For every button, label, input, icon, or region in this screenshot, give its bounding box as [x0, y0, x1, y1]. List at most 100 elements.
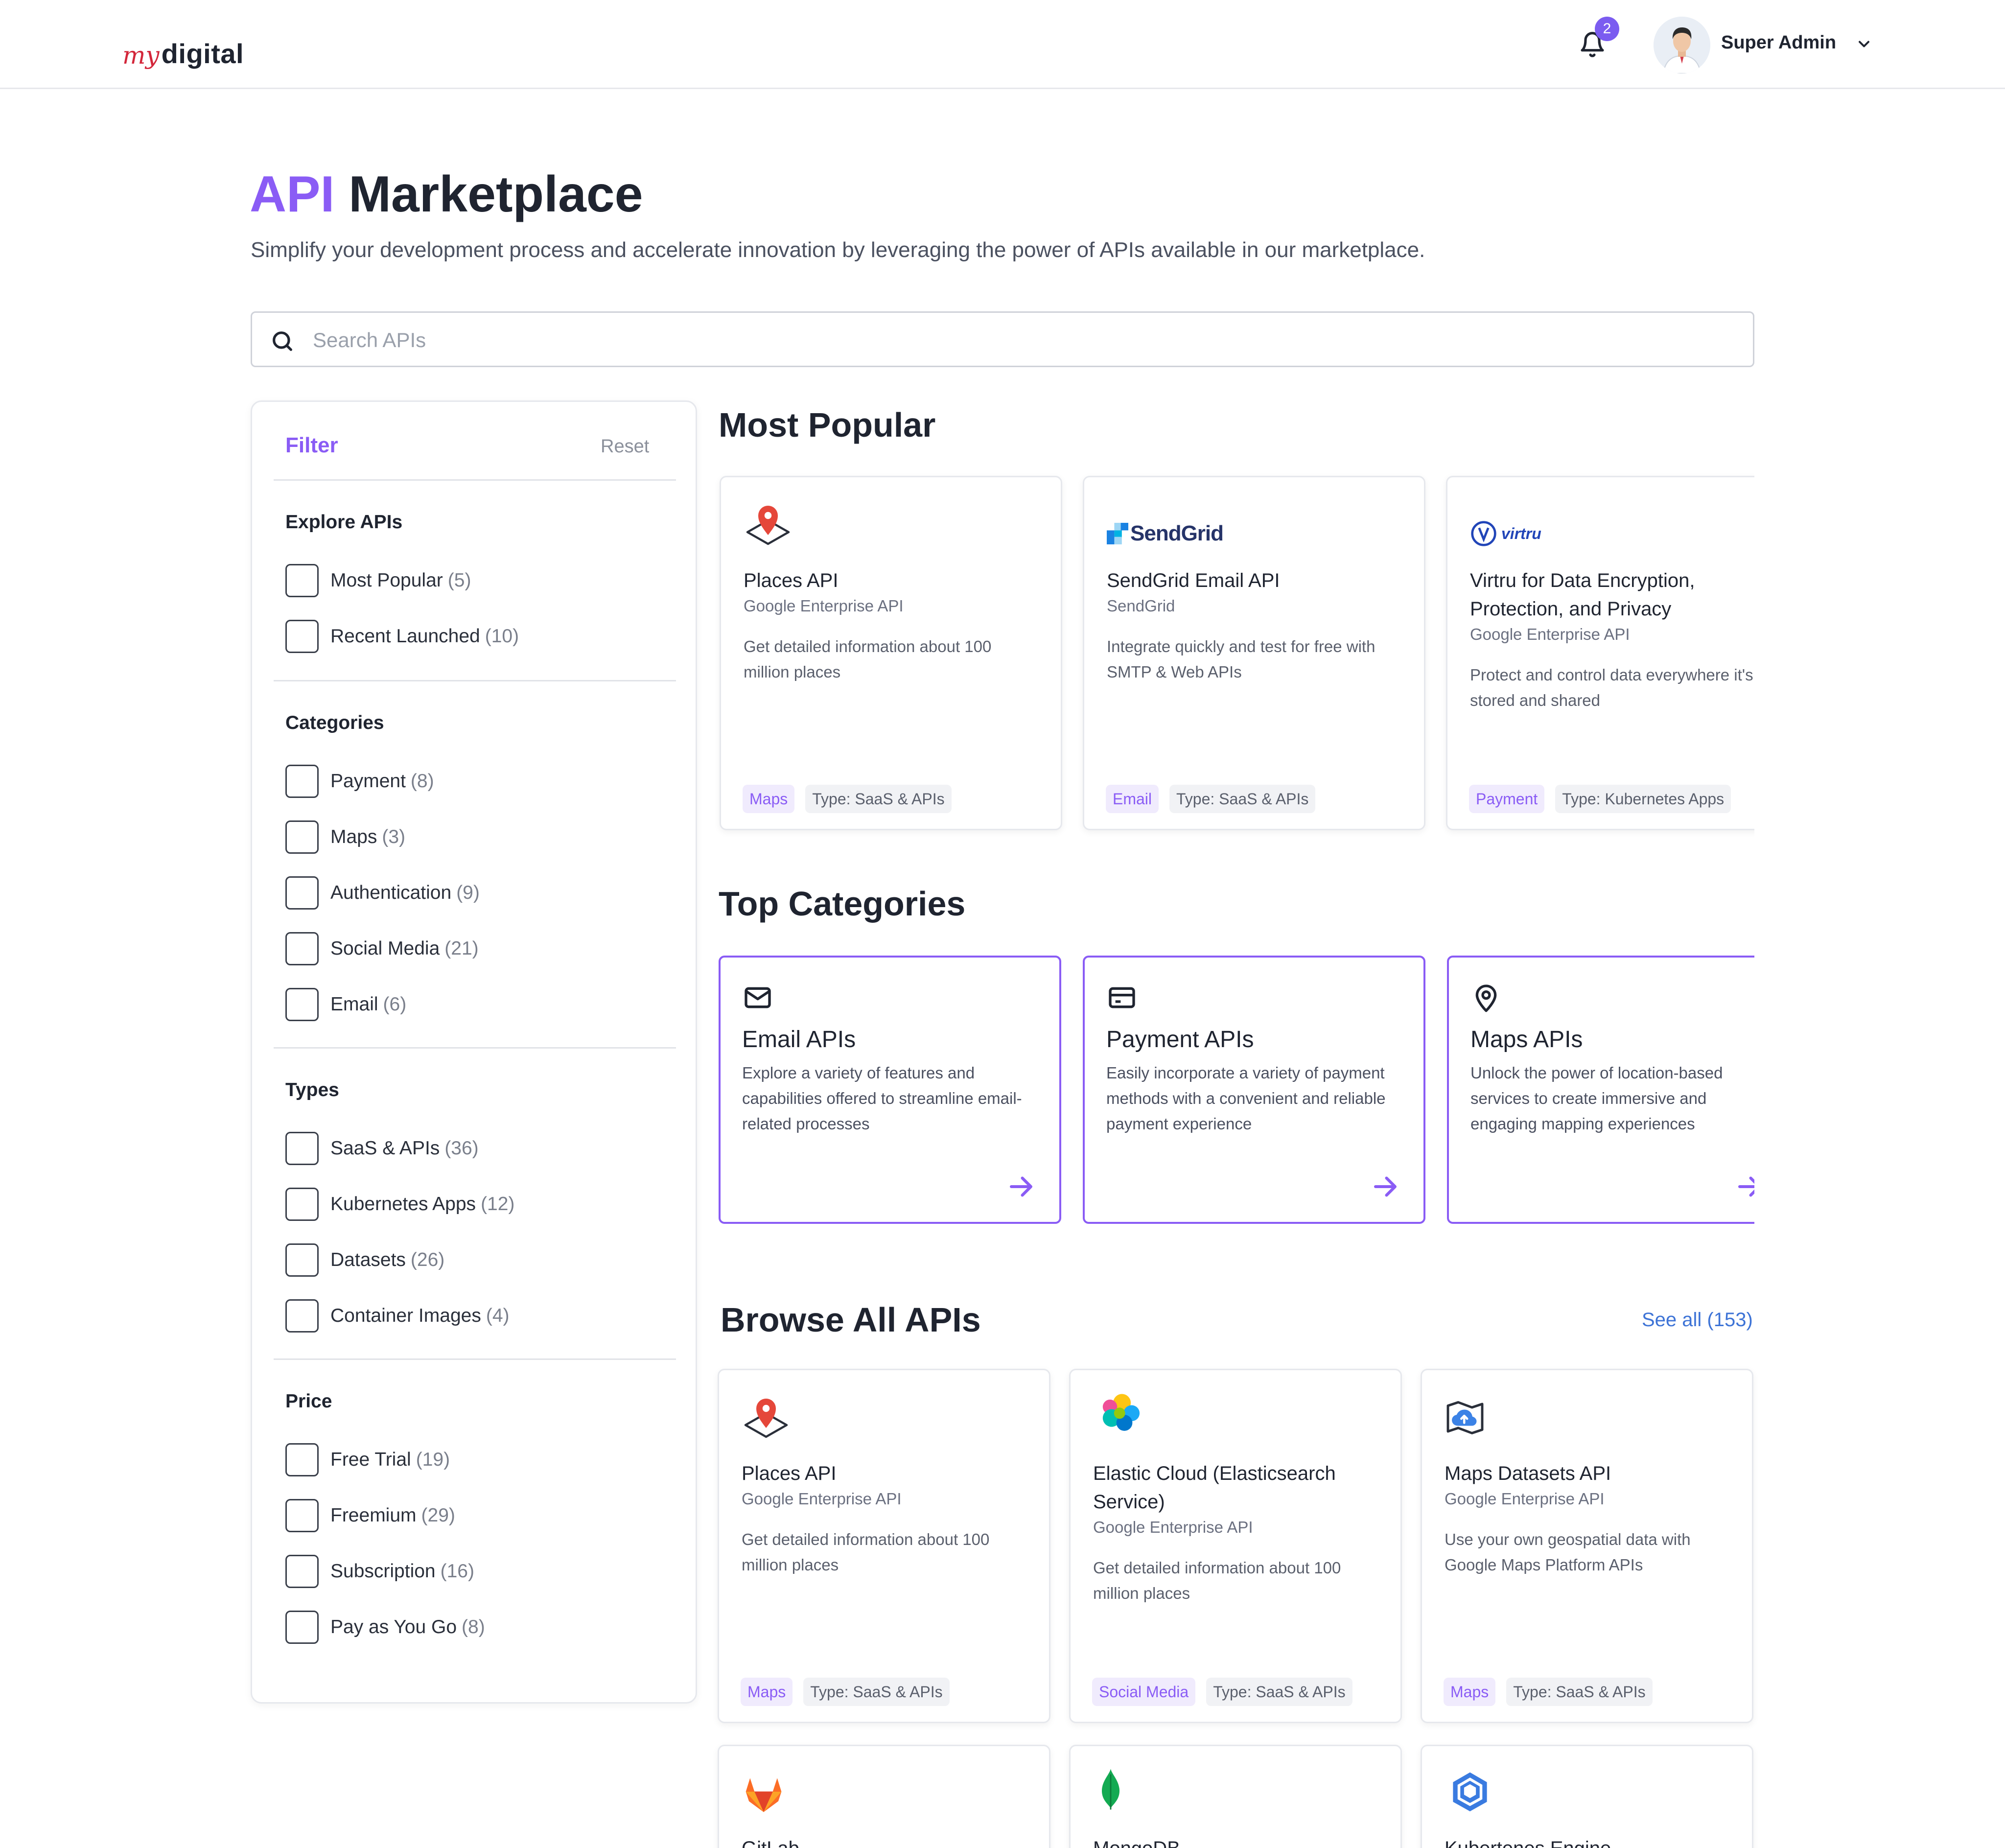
checkbox[interactable]: [285, 820, 319, 854]
checkbox[interactable]: [285, 1611, 319, 1644]
type-tag: Type: SaaS & APIs: [1206, 1678, 1352, 1706]
filter-option-social-media[interactable]: Social Media (21): [285, 932, 479, 966]
api-provider: Google Enterprise API: [1470, 625, 1630, 643]
api-name: Places API: [744, 570, 839, 591]
category-tag[interactable]: Maps: [743, 785, 795, 813]
option-label: Most Popular: [330, 570, 443, 591]
option-count: (3): [382, 826, 406, 847]
filter-option-saas-apis[interactable]: SaaS & APIs (36): [285, 1131, 479, 1166]
chevron-down-icon[interactable]: [1855, 35, 1873, 53]
api-name: SendGrid Email API: [1107, 570, 1280, 591]
divider: [274, 1047, 676, 1049]
api-name: Places API: [742, 1463, 837, 1484]
option-label: SaaS & APIs: [330, 1138, 440, 1159]
arrow-right-icon[interactable]: [1735, 1172, 1754, 1201]
mail-icon: [745, 987, 771, 1008]
category-card-maps[interactable]: Maps APIs Unlock the power of location-b…: [1447, 956, 1754, 1224]
option-count: (19): [416, 1449, 450, 1470]
sendgrid-mark: [1107, 523, 1128, 544]
category-tag[interactable]: Social Media: [1092, 1678, 1196, 1706]
avatar[interactable]: [1654, 17, 1710, 73]
category-tag[interactable]: Email: [1106, 785, 1159, 813]
api-description: Get detailed information about 100 milli…: [744, 637, 992, 681]
option-count: (16): [440, 1561, 474, 1582]
filter-option-subscription[interactable]: Subscription (16): [285, 1554, 474, 1589]
filter-option-email[interactable]: Email (6): [285, 987, 406, 1022]
elastic-logo: [1102, 1394, 1140, 1431]
page-title: API Marketplace: [250, 166, 643, 222]
filter-reset-button[interactable]: Reset: [601, 436, 649, 457]
category-card-payment[interactable]: Payment APIs Easily incorporate a variet…: [1083, 956, 1425, 1224]
api-card[interactable]: Maps Datasets API Google Enterprise API …: [1421, 1369, 1753, 1723]
page-title-accent: API: [250, 166, 335, 223]
checkbox[interactable]: [285, 1555, 319, 1588]
logo[interactable]: my digital: [122, 28, 244, 68]
filter-option-datasets[interactable]: Datasets (26): [285, 1243, 444, 1277]
api-card[interactable]: SendGrid SendGrid Email API SendGrid Int…: [1083, 476, 1425, 830]
api-card[interactable]: Places API Google Enterprise API Get det…: [720, 476, 1062, 830]
checkbox[interactable]: [285, 988, 319, 1021]
sendgrid-logo: SendGrid: [1107, 512, 1224, 556]
checkbox[interactable]: [285, 1299, 319, 1333]
arrow-right-icon[interactable]: [1006, 1172, 1036, 1201]
option-count: (8): [462, 1616, 485, 1637]
option-count: (9): [456, 882, 480, 903]
page-title-text: Marketplace: [349, 166, 643, 223]
type-tag: Type: Kubernetes Apps: [1555, 785, 1731, 813]
filter-option-free-trial[interactable]: Free Trial (19): [285, 1443, 450, 1477]
checkbox[interactable]: [285, 765, 319, 798]
filter-option-container-images[interactable]: Container Images (4): [285, 1299, 510, 1333]
divider: [274, 680, 676, 681]
filter-option-pay-as-you-go[interactable]: Pay as You Go (8): [285, 1610, 485, 1644]
option-count: (29): [421, 1505, 455, 1526]
filter-option-kubernetes-apps[interactable]: Kubernetes Apps (12): [285, 1187, 514, 1221]
virtru-logo: virtru: [1470, 512, 1541, 556]
api-name: Maps Datasets API: [1445, 1463, 1611, 1484]
api-card[interactable]: GitLab: [718, 1745, 1050, 1848]
filter-option-maps[interactable]: Maps (3): [285, 820, 405, 854]
user-name[interactable]: Super Admin: [1721, 32, 1836, 53]
checkbox[interactable]: [285, 564, 319, 597]
option-count: (21): [444, 938, 479, 959]
divider: [274, 479, 676, 481]
filter-option-freemium[interactable]: Freemium (29): [285, 1498, 455, 1533]
option-label: Authentication: [330, 882, 452, 903]
see-all-link[interactable]: See all (153): [1642, 1309, 1753, 1331]
category-tag[interactable]: Maps: [741, 1678, 793, 1706]
option-label: Email: [330, 994, 378, 1015]
checkbox[interactable]: [285, 932, 319, 965]
type-tag: Type: SaaS & APIs: [1169, 785, 1316, 813]
checkbox[interactable]: [285, 1243, 319, 1277]
api-card[interactable]: virtru Virtru for Data Encryption, Prote…: [1446, 476, 1754, 830]
filter-section-types: Types: [285, 1079, 339, 1100]
filter-option-most-popular[interactable]: Most Popular (5): [285, 563, 471, 598]
category-tag[interactable]: Maps: [1444, 1678, 1496, 1706]
map-pin-icon: [746, 506, 790, 545]
api-card[interactable]: Places API Google Enterprise API Get det…: [718, 1369, 1050, 1723]
checkbox[interactable]: [285, 1499, 319, 1532]
filter-option-payment[interactable]: Payment (8): [285, 764, 434, 798]
api-card[interactable]: MongoDB: [1069, 1745, 1402, 1848]
category-tag[interactable]: Payment: [1469, 785, 1545, 813]
arrow-right-icon[interactable]: [1371, 1172, 1400, 1201]
api-description: Get detailed information about 100 milli…: [1093, 1559, 1341, 1602]
option-label: Free Trial: [330, 1449, 411, 1470]
api-description: Get detailed information about 100 milli…: [742, 1530, 990, 1574]
option-label: Payment: [330, 771, 406, 792]
search-input[interactable]: [313, 325, 1732, 356]
most-popular-title: Most Popular: [719, 406, 936, 444]
checkbox[interactable]: [285, 1443, 319, 1476]
type-tag: Type: SaaS & APIs: [805, 785, 952, 813]
api-card[interactable]: Elastic Cloud (Elasticsearch Service) Go…: [1069, 1369, 1402, 1723]
api-name: GitLab: [742, 1834, 1045, 1848]
api-card[interactable]: Kubertenes Engine: [1421, 1745, 1753, 1848]
mongodb-logo: [1102, 1769, 1119, 1810]
api-provider: Google Enterprise API: [1093, 1518, 1253, 1536]
filter-option-recent-launched[interactable]: Recent Launched (10): [285, 619, 519, 654]
checkbox[interactable]: [285, 876, 319, 910]
checkbox[interactable]: [285, 1188, 319, 1221]
category-card-email[interactable]: Email APIs Explore a variety of features…: [719, 956, 1061, 1224]
filter-option-authentication[interactable]: Authentication (9): [285, 876, 480, 910]
checkbox[interactable]: [285, 620, 319, 653]
checkbox[interactable]: [285, 1132, 319, 1165]
